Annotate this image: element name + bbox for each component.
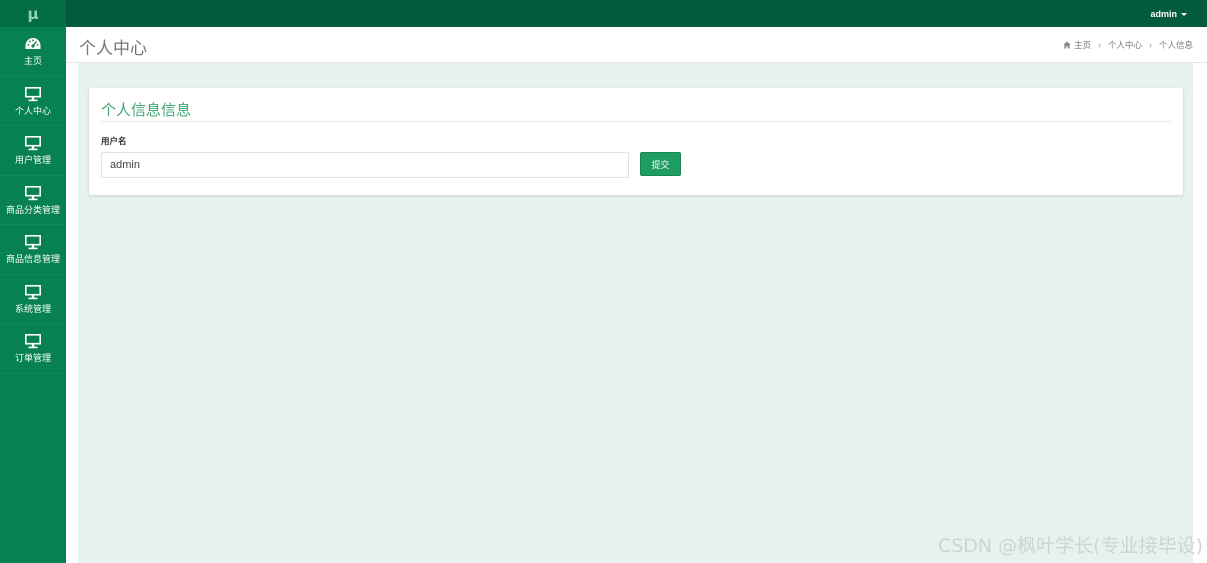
- profile-card: 个人信息信息 用户名 提交: [89, 88, 1183, 195]
- sidebar-item-order-management[interactable]: 订单管理: [0, 324, 66, 374]
- page-header: 个人中心 主页 › 个人中心 › 个人信息: [66, 27, 1207, 63]
- sidebar-item-label: 系统管理: [14, 303, 51, 314]
- main-content: 个人信息信息 用户名 提交: [78, 63, 1193, 563]
- dashboard-icon: [25, 38, 41, 50]
- sidebar-item-label: 主页: [23, 56, 42, 67]
- monitor-icon: [25, 86, 41, 101]
- submit-button[interactable]: 提交: [640, 152, 681, 176]
- chevron-right-icon: ›: [1097, 40, 1101, 50]
- breadcrumb-home[interactable]: 主页: [1074, 39, 1091, 51]
- sidebar-item-personal-center[interactable]: 个人中心: [0, 77, 66, 126]
- monitor-icon: [25, 284, 41, 299]
- username-label: admin: [1150, 8, 1177, 19]
- sidebar-item-category-management[interactable]: 商品分类管理: [0, 176, 66, 225]
- username-field-label: 用户名: [101, 136, 127, 146]
- monitor-icon: [25, 136, 41, 151]
- sidebar-item-home[interactable]: 主页: [0, 27, 66, 77]
- user-menu[interactable]: admin: [1150, 0, 1187, 27]
- scroll-gutter: [1193, 63, 1207, 563]
- breadcrumb-current: 个人信息: [1158, 40, 1193, 50]
- divider: [101, 121, 1171, 122]
- sidebar: μ 主页 个人中心 用户管理 商品分类管理 商品信息管理 系统管理 订单管理: [0, 0, 66, 563]
- sidebar-item-label: 商品分类管理: [5, 204, 60, 215]
- card-title: 个人信息信息: [101, 102, 192, 119]
- sidebar-item-label: 个人中心: [14, 105, 51, 116]
- sidebar-item-user-management[interactable]: 用户管理: [0, 126, 66, 176]
- page-title: 个人中心: [79, 39, 147, 58]
- home-icon: [1063, 41, 1071, 49]
- top-navbar: admin: [66, 0, 1207, 27]
- sidebar-item-label: 订单管理: [14, 353, 51, 364]
- breadcrumb-personal-center[interactable]: 个人中心: [1108, 39, 1142, 51]
- username-input[interactable]: [101, 152, 629, 178]
- sidebar-item-product-management[interactable]: 商品信息管理: [0, 225, 66, 275]
- monitor-icon: [25, 235, 41, 250]
- monitor-icon: [25, 334, 41, 349]
- breadcrumb: 主页 › 个人中心 › 个人信息: [1063, 39, 1193, 51]
- chevron-right-icon: ›: [1148, 40, 1152, 50]
- caret-down-icon: [1181, 12, 1187, 16]
- sidebar-item-label: 商品信息管理: [5, 254, 60, 265]
- sidebar-item-label: 用户管理: [14, 155, 51, 166]
- sidebar-item-system-management[interactable]: 系统管理: [0, 275, 66, 324]
- monitor-icon: [25, 185, 41, 200]
- logo: μ: [0, 0, 66, 27]
- watermark: CSDN @枫叶学长(专业接毕设): [937, 535, 1203, 557]
